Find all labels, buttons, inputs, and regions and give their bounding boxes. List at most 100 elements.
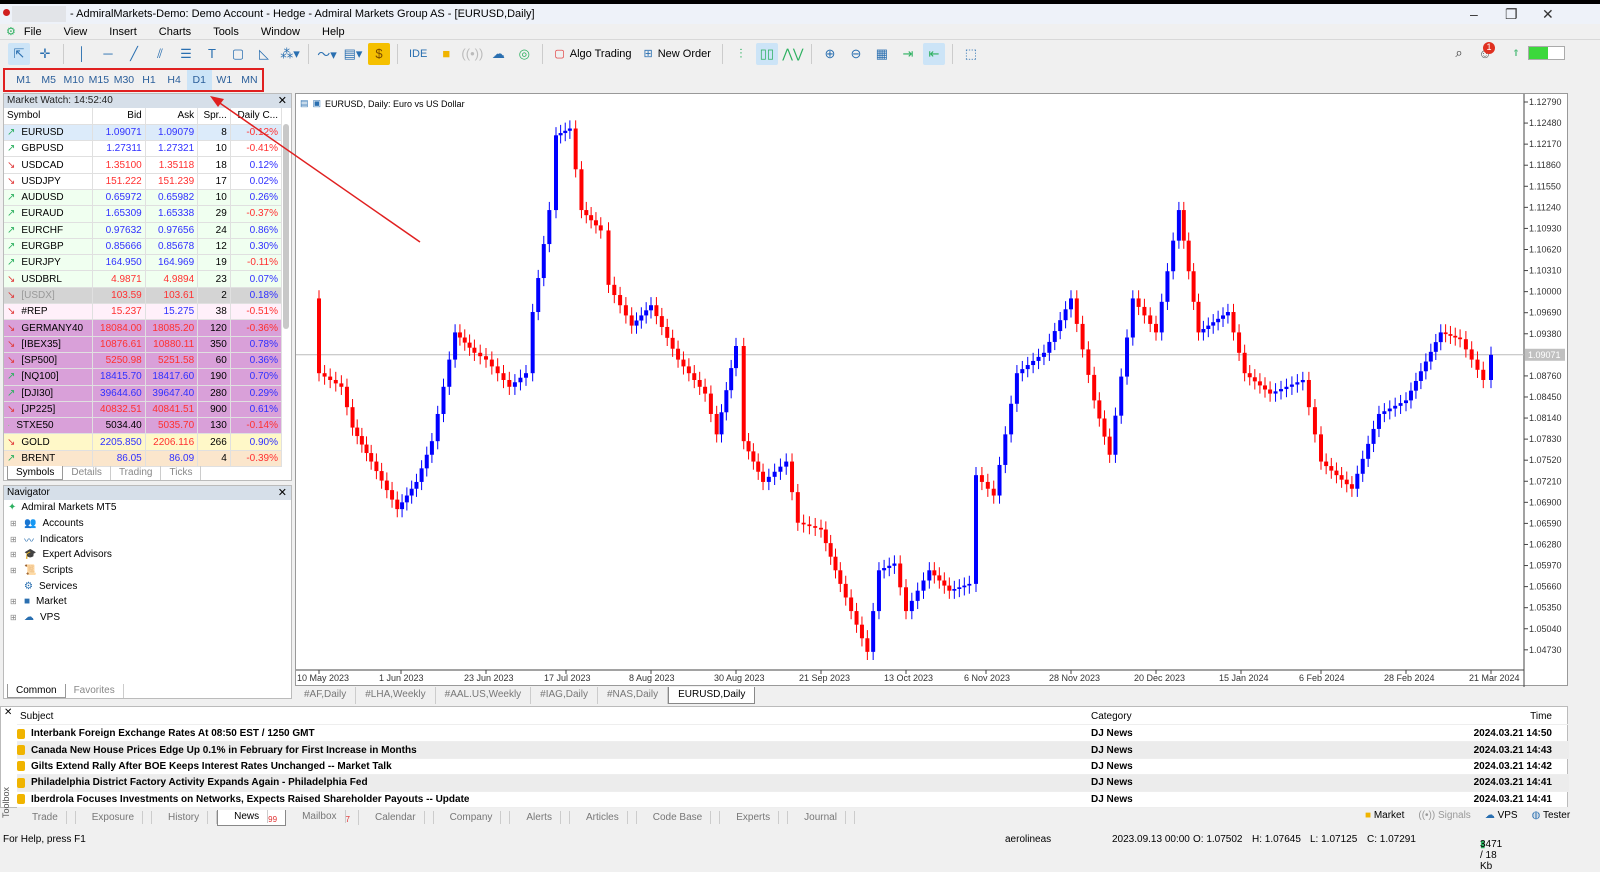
network-icon[interactable]: ◎ [513,43,535,65]
tf-m30[interactable]: M30 [111,70,136,90]
col-category[interactable]: Category [1091,711,1436,722]
search-icon[interactable]: ⌕ [1448,42,1470,64]
col-time[interactable]: Time [1436,711,1552,722]
market-watch-row[interactable]: ↘ [JP225] 40832.51 40841.51 900 0.61% [4,401,283,419]
toolbox-close-icon[interactable]: ✕ [4,707,12,718]
expand-icon[interactable]: ⊞ [10,550,18,559]
market-watch-row[interactable]: ↗ EURUSD 1.09071 1.09079 8 -0.12% [4,124,283,142]
nav-tab-common[interactable]: Common [7,684,66,698]
toolbox-tab-journal[interactable]: Journal [788,811,855,824]
toolbox-tab-articles[interactable]: Articles [570,811,637,824]
text-icon[interactable]: T [201,43,223,65]
expand-icon[interactable]: ⊞ [10,613,18,622]
algo-trading-button[interactable]: ▢ Algo Trading [550,43,635,65]
mw-tab-details[interactable]: Details [63,466,111,480]
market-watch-row[interactable]: ↗ EURCHF 0.97632 0.97656 24 0.86% [4,222,283,239]
menu-window[interactable]: Window [261,26,300,38]
navigator-root[interactable]: ✦ Admiral Markets MT5 [4,500,291,516]
mw-col-header[interactable]: Spr... [197,108,231,125]
shapes-icon[interactable]: ▢ [227,43,249,65]
horizontal-line-icon[interactable]: ─ [97,43,119,65]
expand-icon[interactable]: ⊞ [10,566,18,575]
market-watch-row[interactable]: ↘ USDBRL 4.9871 4.9894 23 0.07% [4,270,283,288]
price-chart[interactable]: 1.12790 1.12480 1.12170 1.11860 1.11550 1.112… [296,94,1569,687]
news-row[interactable]: Canada New House Prices Edge Up 0.1% in … [17,742,1569,759]
expand-icon[interactable]: ⊞ [10,535,18,544]
menu-view[interactable]: View [64,26,88,38]
crosshair-icon[interactable]: ✛ [34,43,56,65]
level-icon[interactable]: ⇑ [1505,42,1527,64]
market-watch-row[interactable]: ↘ USDJPY 151.222 151.239 17 0.02% [4,173,283,190]
toolbox-tab-trade[interactable]: Trade [16,811,76,824]
tf-m15[interactable]: M15 [86,70,111,90]
mw-tab-ticks[interactable]: Ticks [161,466,202,480]
market-watch-row[interactable]: ↘ #REP 15.237 15.275 38 -0.51% [4,303,283,321]
toolbox-tab-experts[interactable]: Experts [720,811,789,824]
chart-tab[interactable]: #IAG,Daily [531,687,598,704]
market-watch-row[interactable]: ↘ GOLD 2205.850 2206.116 266 0.90% [4,433,283,451]
mw-col-header[interactable]: Bid [92,108,146,125]
screenshot-icon[interactable]: ⬚ [960,43,982,65]
zoom-out-icon[interactable]: ⊖ [845,43,867,65]
toolbox-tab-calendar[interactable]: Calendar [359,811,434,824]
market-watch-row[interactable]: ↗ EURGBP 0.85666 0.85678 12 0.30% [4,238,283,256]
nav-item-services[interactable]: ⚙ Services [4,578,291,594]
minimize-button[interactable]: – [1470,6,1478,22]
mw-col-header[interactable]: Daily C... [230,108,283,125]
dollar-icon[interactable]: $ [368,42,390,65]
market-watch-row[interactable]: ↘ [IBEX35] 10876.61 10880.11 350 0.78% [4,336,283,353]
vps-link[interactable]: ☁ VPS [1485,810,1518,821]
tf-h1[interactable]: H1 [136,70,161,90]
nav-item-vps[interactable]: ⊞ ☁ VPS [4,610,291,626]
grid-icon[interactable]: ▦ [871,43,893,65]
toolbox-tab-news[interactable]: News 99 [217,809,287,826]
news-row[interactable]: Gilts Extend Rally After BOE Keeps Inter… [17,759,1569,776]
expand-icon[interactable]: ⊞ [10,519,18,528]
news-row[interactable]: Philadelphia District Factory Activity E… [17,775,1569,792]
close-button[interactable]: ✕ [1542,6,1554,23]
nav-item-scripts[interactable]: ⊞ 📜 Scripts [4,563,291,579]
cursor-icon[interactable]: ⇱ [8,42,30,65]
market-watch-row[interactable]: · STXE50 5034.40 5035.70 130 -0.14% [4,417,283,435]
vps-cloud-icon[interactable]: ☁ [487,43,509,65]
objects-icon[interactable]: ⁂▾ [279,43,301,65]
tf-mn[interactable]: MN [237,70,262,90]
fibonacci-icon[interactable]: ☰ [175,43,197,65]
market-watch-close-icon[interactable]: ✕ [278,94,287,107]
channel-icon[interactable]: ⫽ [149,43,171,65]
nav-item-accounts[interactable]: ⊞ 👥 Accounts [4,516,291,532]
signals-link[interactable]: ((•)) Signals [1418,810,1470,821]
signals-icon[interactable]: ((•)) [461,43,483,65]
tf-m5[interactable]: M5 [36,70,61,90]
market-watch-row[interactable]: ↗ [NQ100] 18415.70 18417.60 190 0.70% [4,368,283,386]
menu-tools[interactable]: Tools [213,26,239,38]
market-watch-row[interactable]: ↗ BRENT 86.05 86.09 4 -0.39% [4,450,283,468]
nav-item-indicators[interactable]: ⊞ 〰 Indicators [4,531,291,547]
chart-shift-icon[interactable]: ⇤ [922,42,945,65]
chart-tab[interactable]: #AF,Daily [295,687,357,704]
new-order-button[interactable]: ⊞ New Order [640,43,715,65]
maximize-button[interactable]: ❐ [1505,6,1518,23]
col-subject[interactable]: Subject [17,711,1091,722]
market-watch-row[interactable]: ↘ [USDX] 103.59 103.61 2 0.18% [4,287,283,305]
autoscroll-icon[interactable]: ⇥ [897,43,919,65]
mw-col-header[interactable]: Ask [145,108,199,125]
nav-item-expert-advisors[interactable]: ⊞ 🎓 Expert Advisors [4,547,291,563]
menu-help[interactable]: Help [322,26,345,38]
expand-icon[interactable]: ⊞ [10,597,18,606]
chart-tab[interactable]: #LHA,Weekly [356,687,436,704]
ide-button[interactable]: IDE [405,43,431,65]
market-watch-row[interactable]: ↗ [DJI30] 39644.60 39647.40 280 0.29% [4,385,283,402]
menu-file[interactable]: File [24,26,42,38]
market-watch-scrollbar[interactable] [283,124,289,329]
vertical-line-icon[interactable]: │ [71,43,93,65]
toolbox-tab-company[interactable]: Company [434,811,511,824]
line-chart-icon[interactable]: ⋀⋁ [782,43,804,65]
market-watch-row[interactable]: ↗ AUDUSD 0.65972 0.65982 10 0.26% [4,189,283,207]
zoom-in-icon[interactable]: ⊕ [819,43,841,65]
market-watch-row[interactable]: ↘ [SP500] 5250.98 5251.58 60 0.36% [4,352,283,370]
templates-icon[interactable]: ▤▾ [342,43,364,65]
market-watch-row[interactable]: ↘ GERMANY40 18084.00 18085.20 120 -0.36% [4,319,283,337]
mw-tab-trading[interactable]: Trading [111,466,162,480]
tf-m10[interactable]: M10 [61,70,86,90]
